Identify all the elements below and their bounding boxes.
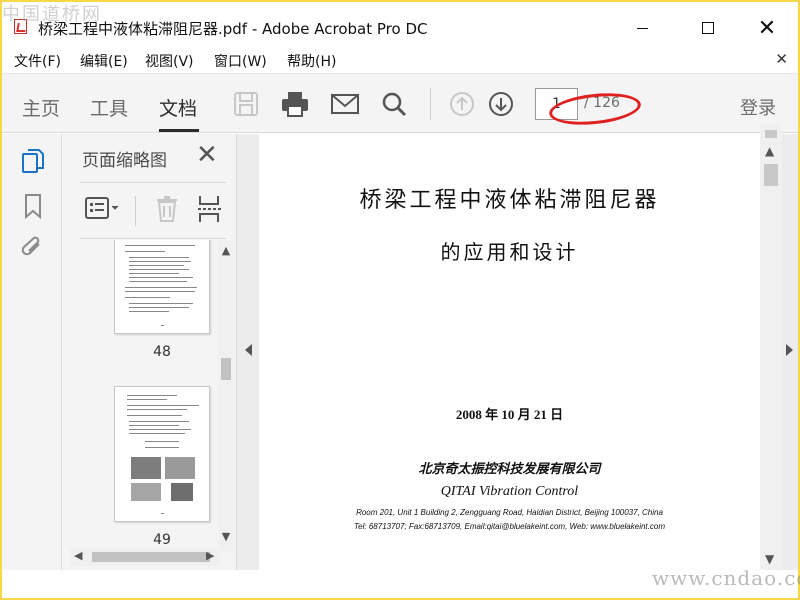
scroll-right-icon[interactable]: ▶ <box>206 549 214 562</box>
menu-view[interactable]: 视图(V) <box>145 51 194 71</box>
options-menu-icon[interactable] <box>84 194 124 222</box>
watermark-top: 中国道桥网 <box>2 4 102 25</box>
menu-close-icon[interactable]: ✕ <box>775 50 788 68</box>
delete-page-icon[interactable] <box>154 194 180 224</box>
collapse-left-icon[interactable] <box>245 344 252 356</box>
menu-window[interactable]: 窗口(W) <box>214 51 267 71</box>
scroll-down-icon[interactable]: ▼ <box>220 530 232 544</box>
thumbnail-vertical-scrollbar[interactable]: ▲ ▼ <box>218 240 234 552</box>
company-name-en: QITAI Vibration Control <box>440 484 579 499</box>
panel-divider <box>80 182 226 183</box>
panel-tool-separator <box>135 196 136 226</box>
collapse-panel-gutter[interactable] <box>237 134 259 570</box>
bookmark-icon[interactable] <box>20 192 46 220</box>
scrollbar-thumb[interactable] <box>221 358 231 380</box>
page-thumbnails-icon[interactable] <box>20 148 46 176</box>
thumbnail-label: 49 <box>153 532 171 548</box>
scroll-up-icon[interactable]: ▲ <box>220 244 232 258</box>
scroll-left-icon[interactable]: ◀ <box>74 549 82 562</box>
thumbnail-label: 48 <box>153 344 171 360</box>
minimize-button[interactable] <box>622 14 662 42</box>
login-link[interactable]: 登录 <box>740 94 776 120</box>
company-contact: Tel: 68713707; Fax:68713709, Email:qitai… <box>354 522 665 531</box>
tab-tools[interactable]: 工具 <box>90 94 128 121</box>
scrollbar-thumb[interactable] <box>764 164 778 186</box>
scroll-up-icon[interactable]: ▲ <box>765 144 774 158</box>
maximize-icon <box>702 22 714 34</box>
watermark-bottom: www.cndao.com <box>652 566 800 590</box>
scroll-down-icon[interactable]: ▼ <box>765 552 774 566</box>
right-pane-gutter[interactable] <box>782 134 798 570</box>
split-page-icon[interactable] <box>196 194 224 224</box>
thumbnail-list: 48 49 <box>62 240 237 548</box>
scrollbar-thumb[interactable] <box>92 552 210 562</box>
active-tab-indicator <box>159 129 199 132</box>
thumbnail-horizontal-scrollbar[interactable]: ◀ ▶ <box>70 548 220 566</box>
close-icon: ✕ <box>757 15 777 41</box>
document-vertical-scrollbar[interactable]: ▲ ▼ <box>760 124 782 570</box>
next-page-icon[interactable] <box>487 90 515 118</box>
company-name-cn: 北京奇太振控科技发展有限公司 <box>418 462 601 477</box>
company-address: Room 201, Unit 1 Building 2, Zengguang R… <box>356 508 663 517</box>
scroll-top-button[interactable] <box>765 130 777 138</box>
attachment-icon[interactable] <box>20 234 46 262</box>
expand-right-icon[interactable] <box>786 344 793 356</box>
document-page: 桥梁工程中液体粘滞阻尼器 的应用和设计 2008 年 10 月 21 日 北京奇… <box>259 134 760 570</box>
maximize-button[interactable] <box>688 14 728 42</box>
menu-edit[interactable]: 编辑(E) <box>80 51 128 71</box>
page-number-input[interactable]: 1 <box>535 88 578 120</box>
thumbnail-page-49[interactable] <box>114 386 210 522</box>
menu-file[interactable]: 文件(F) <box>14 51 61 71</box>
email-icon[interactable] <box>330 90 360 118</box>
panel-divider <box>80 238 226 239</box>
tab-home[interactable]: 主页 <box>22 94 60 121</box>
document-date: 2008 年 10 月 21 日 <box>455 407 564 422</box>
tab-document[interactable]: 文档 <box>159 94 197 121</box>
panel-title: 页面缩略图 <box>82 151 167 171</box>
navigation-pane-strip <box>2 134 62 570</box>
close-button[interactable]: ✕ <box>747 14 787 42</box>
toolbar-separator <box>430 88 431 120</box>
thumbnail-page-48[interactable] <box>114 240 210 334</box>
minimize-icon <box>636 27 648 29</box>
document-subtitle: 的应用和设计 <box>440 240 579 264</box>
document-title: 桥梁工程中液体粘滞阻尼器 <box>359 188 660 213</box>
page-thumbnails-panel: 页面缩略图 ✕ 48 49 ▲ ▼ ◀ ▶ <box>62 134 237 570</box>
page-total: / 126 <box>584 95 620 111</box>
search-icon[interactable] <box>380 90 408 118</box>
save-icon[interactable] <box>232 90 260 118</box>
prev-page-icon[interactable] <box>448 90 476 118</box>
title-bar: 桥梁工程中液体粘滞阻尼器.pdf - Adobe Acrobat Pro DC … <box>2 2 798 44</box>
main-toolbar: 主页 工具 文档 1 / 126 登录 <box>2 73 798 133</box>
menu-help[interactable]: 帮助(H) <box>287 51 336 71</box>
menu-bar: 文件(F) 编辑(E) 视图(V) 窗口(W) 帮助(H) ✕ <box>2 46 798 72</box>
panel-close-icon[interactable]: ✕ <box>196 140 218 170</box>
print-icon[interactable] <box>280 90 310 118</box>
acrobat-window: 桥梁工程中液体粘滞阻尼器.pdf - Adobe Acrobat Pro DC … <box>2 2 798 598</box>
